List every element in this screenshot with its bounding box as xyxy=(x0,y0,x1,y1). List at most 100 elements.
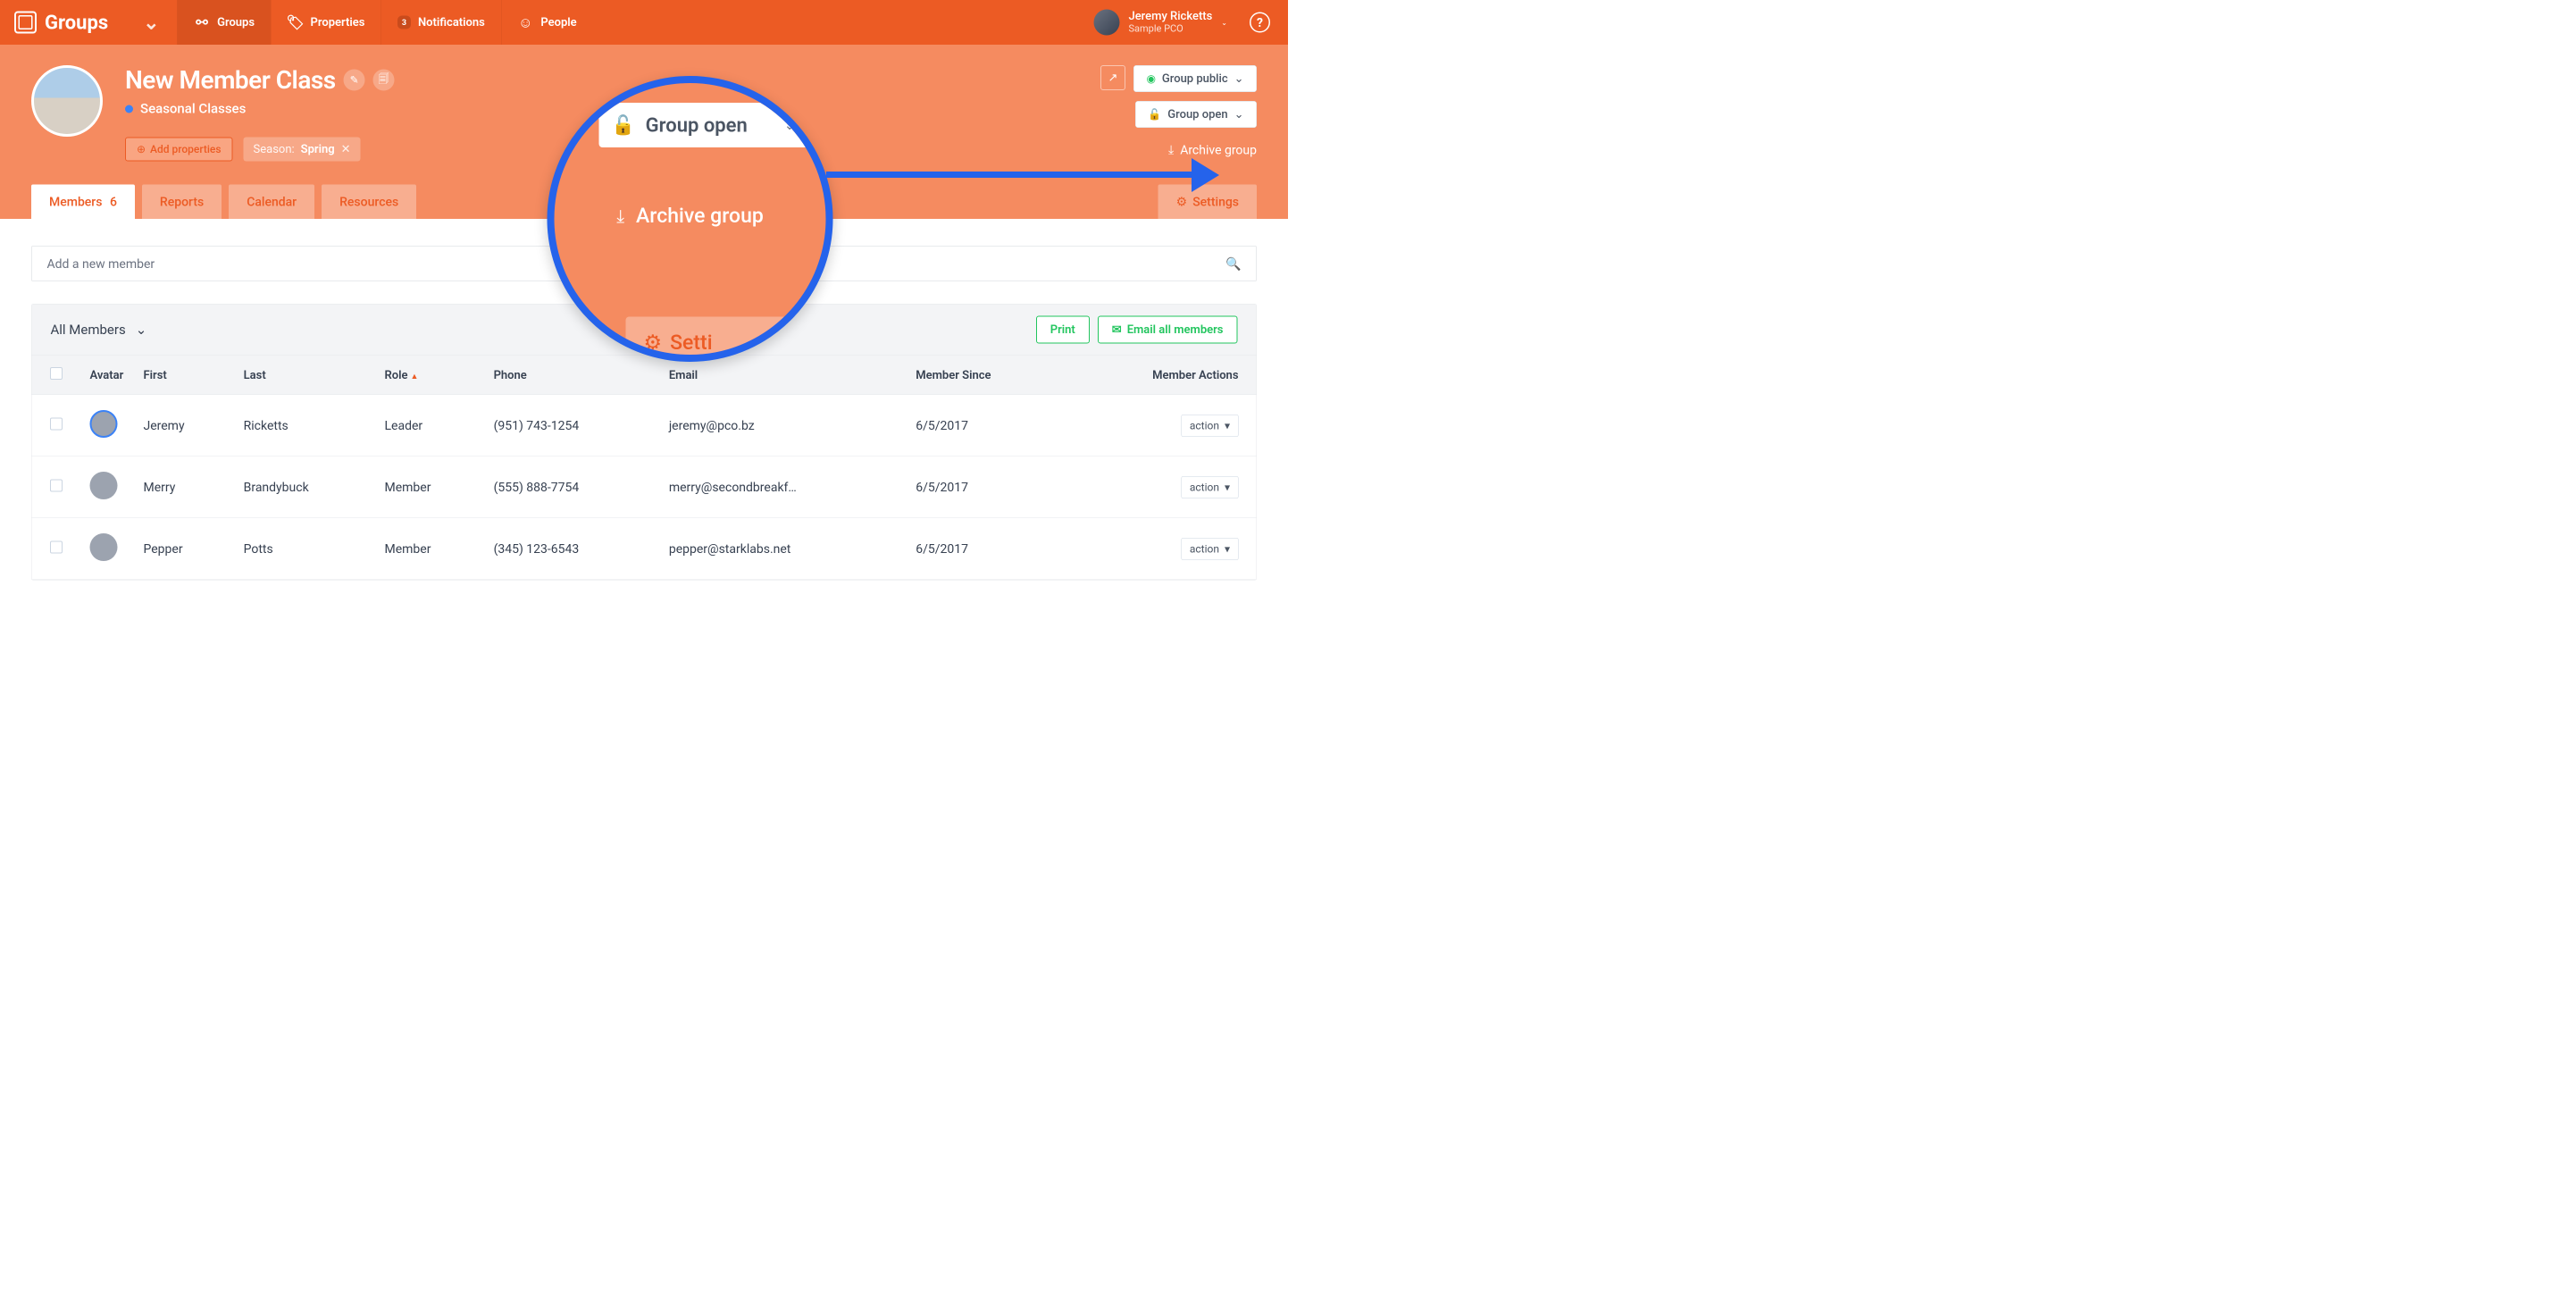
cell-last: Brandybuck xyxy=(235,457,376,518)
edit-icon[interactable]: ✎ xyxy=(344,70,365,91)
action-button[interactable]: action ▾ xyxy=(1181,415,1238,437)
chevron-down-icon: ⌄ xyxy=(136,322,147,338)
avatar[interactable] xyxy=(90,472,118,499)
label: Role xyxy=(385,368,408,381)
nav-groups[interactable]: ⚯ Groups xyxy=(178,0,271,45)
user-text: Jeremy Ricketts Sample PCO xyxy=(1129,10,1213,36)
header-controls: ↗ ◉ Group public ⌄ 🔓 Group open ⌄ ⤓ Arch… xyxy=(1100,65,1257,157)
brand[interactable]: Groups ⌄ xyxy=(0,11,178,34)
col-actions: Member Actions xyxy=(1065,356,1256,395)
filter-dropdown[interactable]: All Members ⌄ xyxy=(51,322,147,338)
brand-text: Groups xyxy=(45,11,108,34)
table-row: PepperPottsMember(345) 123-6543pepper@st… xyxy=(32,518,1257,580)
cell-first: Merry xyxy=(135,457,235,518)
help-icon[interactable]: ? xyxy=(1250,13,1270,33)
tab-resources[interactable]: Resources xyxy=(322,185,416,220)
tag-label: Season: xyxy=(254,143,295,156)
print-button[interactable]: Print xyxy=(1036,316,1090,344)
group-image[interactable] xyxy=(31,65,103,137)
tab-calendar[interactable]: Calendar xyxy=(229,185,314,220)
gear-icon: ⚙ xyxy=(644,331,663,356)
caret-down-icon: ▾ xyxy=(1225,481,1230,493)
mag-group-open: 🔓 Group open ⌄ xyxy=(599,103,808,147)
person-icon: ☺ xyxy=(517,14,533,30)
cell-phone: (345) 123-6543 xyxy=(485,518,660,580)
row-checkbox[interactable] xyxy=(50,418,63,431)
avatar xyxy=(1094,10,1120,36)
group-title: New Member Class xyxy=(125,65,336,95)
table-row: MerryBrandybuckMember(555) 888-7754merry… xyxy=(32,457,1257,518)
close-icon[interactable]: ✕ xyxy=(341,143,351,156)
nav-label: Notifications xyxy=(418,16,485,29)
user-org: Sample PCO xyxy=(1129,23,1213,35)
cell-role: Member xyxy=(376,457,485,518)
nav-items: ⚯ Groups 🏷 Properties 3 Notifications ☺ … xyxy=(178,0,593,45)
add-props-label: Add properties xyxy=(150,143,221,155)
cell-since: 6/5/2017 xyxy=(907,457,1065,518)
col-last[interactable]: Last xyxy=(235,356,376,395)
label: Archive group xyxy=(636,204,764,228)
property-tag[interactable]: Season: Spring ✕ xyxy=(244,138,361,162)
label: Setti xyxy=(670,331,712,355)
cell-since: 6/5/2017 xyxy=(907,395,1065,457)
user-menu[interactable]: Jeremy Ricketts Sample PCO ⌄ ? xyxy=(1076,10,1289,36)
top-nav: Groups ⌄ ⚯ Groups 🏷 Properties 3 Notific… xyxy=(0,0,1288,45)
col-first[interactable]: First xyxy=(135,356,235,395)
row-checkbox[interactable] xyxy=(50,480,63,492)
subtype: Seasonal Classes xyxy=(140,101,246,117)
archive-group-link[interactable]: ⤓ Archive group xyxy=(1168,142,1257,157)
table-header-row: Avatar First Last Role▲ Phone Email Memb… xyxy=(32,356,1257,395)
chevron-down-icon: ⌄ xyxy=(1221,18,1227,27)
group-public-button[interactable]: ◉ Group public ⌄ xyxy=(1133,65,1257,92)
placeholder: Add a new member xyxy=(47,256,155,272)
mag-archive: ⤓ Archive group xyxy=(555,204,826,228)
tag-value: Spring xyxy=(301,143,335,156)
tab-settings[interactable]: ⚙ Settings xyxy=(1158,185,1257,220)
label: Archive group xyxy=(1180,142,1257,157)
note-icon[interactable]: 🗐 xyxy=(373,70,395,91)
col-since[interactable]: Member Since xyxy=(907,356,1065,395)
tab-members[interactable]: Members 6 xyxy=(31,185,135,220)
chevron-down-icon: ⌄ xyxy=(1234,108,1244,121)
tab-label: Settings xyxy=(1192,195,1239,210)
add-properties-button[interactable]: ⊕ Add properties xyxy=(125,138,233,162)
label: Group open xyxy=(1167,108,1227,121)
col-phone[interactable]: Phone xyxy=(485,356,660,395)
caret-down-icon: ▾ xyxy=(1225,542,1230,555)
label: Group public xyxy=(1162,72,1228,86)
notification-badge: 3 xyxy=(397,16,411,29)
action-button[interactable]: action ▾ xyxy=(1181,538,1238,560)
action-button[interactable]: action ▾ xyxy=(1181,476,1238,498)
nav-notifications[interactable]: 3 Notifications xyxy=(381,0,500,45)
chevron-down-icon[interactable]: ⌄ xyxy=(143,11,159,34)
tag-icon: 🏷 xyxy=(288,14,304,30)
col-role[interactable]: Role▲ xyxy=(376,356,485,395)
row-checkbox[interactable] xyxy=(50,541,63,554)
external-link-icon[interactable]: ↗ xyxy=(1100,65,1125,90)
tab-label: Members xyxy=(49,195,102,210)
label: Print xyxy=(1050,323,1075,337)
avatar[interactable] xyxy=(90,533,118,561)
email-all-button[interactable]: ✉ Email all members xyxy=(1098,316,1238,344)
cell-email: jeremy@pco.bz xyxy=(660,395,907,457)
table-row: JeremyRickettsLeader(951) 743-1254jeremy… xyxy=(32,395,1257,457)
group-open-button[interactable]: 🔓 Group open ⌄ xyxy=(1135,101,1257,128)
select-all-checkbox[interactable] xyxy=(50,367,63,380)
sort-asc-icon: ▲ xyxy=(410,372,418,381)
search-icon[interactable]: 🔍 xyxy=(1225,256,1241,272)
nav-label: Properties xyxy=(311,16,365,29)
cell-role: Leader xyxy=(376,395,485,457)
nav-properties[interactable]: 🏷 Properties xyxy=(271,0,381,45)
col-avatar[interactable]: Avatar xyxy=(81,356,135,395)
avatar[interactable] xyxy=(90,410,118,438)
cell-email: merry@secondbreakf… xyxy=(660,457,907,518)
tab-count: 6 xyxy=(110,195,117,210)
cell-last: Ricketts xyxy=(235,395,376,457)
tab-reports[interactable]: Reports xyxy=(142,185,222,220)
nav-people[interactable]: ☺ People xyxy=(501,0,593,45)
cell-since: 6/5/2017 xyxy=(907,518,1065,580)
filter-text: All Members xyxy=(51,322,126,338)
gear-icon: ⚙ xyxy=(1176,195,1188,210)
groups-icon: ⚯ xyxy=(194,14,210,30)
nav-label: Groups xyxy=(217,16,255,29)
